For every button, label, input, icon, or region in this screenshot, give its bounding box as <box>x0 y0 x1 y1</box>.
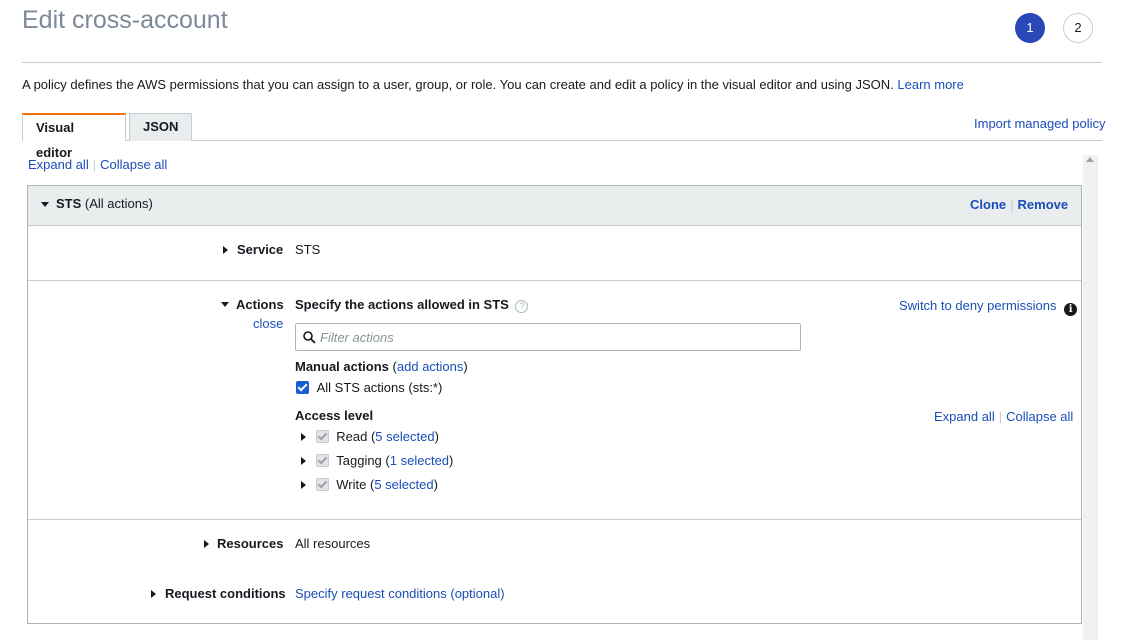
row-divider <box>28 280 1081 281</box>
collapse-all-link[interactable]: Collapse all <box>100 157 167 172</box>
read-checkbox <box>315 430 329 443</box>
access-level-label: Access level <box>295 408 374 423</box>
access-level-expand-collapse: Expand all | Collapse all <box>934 409 1073 424</box>
separator: | <box>92 157 97 172</box>
service-value: STS <box>295 242 321 257</box>
statement-title: STS (All actions) <box>56 196 153 211</box>
actions-close-link[interactable]: close <box>253 316 283 331</box>
deny-permissions-control: Switch to deny permissions i <box>899 298 1078 316</box>
actions-heading-text: Specify the actions allowed in STS <box>295 297 509 312</box>
read-label: Read <box>336 429 368 444</box>
all-actions-label: All STS actions (sts:*) <box>316 380 443 395</box>
header-divider <box>22 62 1102 63</box>
tagging-selected-link[interactable]: 1 selected <box>390 453 449 468</box>
collapse-caret-icon[interactable] <box>221 302 229 307</box>
write-selected-link[interactable]: 5 selected <box>374 477 433 492</box>
help-icon[interactable]: ? <box>515 300 529 313</box>
read-selected-link[interactable]: 5 selected <box>375 429 434 444</box>
statement-actions: Clone | Remove <box>970 197 1068 212</box>
resources-label[interactable]: Resources <box>217 536 283 551</box>
clone-button[interactable]: Clone <box>970 197 1006 212</box>
access-expand-all-link[interactable]: Expand all <box>934 409 995 424</box>
access-level-tagging: Tagging (1 selected) <box>301 453 453 468</box>
expand-caret-icon[interactable] <box>223 246 228 254</box>
tab-visual-editor[interactable]: Visual editor <box>22 113 126 160</box>
access-level-read: Read (5 selected) <box>301 429 439 444</box>
expand-caret-icon[interactable] <box>151 590 156 598</box>
actions-label[interactable]: Actions <box>236 297 284 312</box>
step-2-indicator[interactable]: 2 <box>1063 13 1093 43</box>
separator: | <box>998 409 1003 424</box>
policy-statement-panel <box>27 185 1082 624</box>
all-actions-checkbox[interactable] <box>296 381 309 394</box>
actions-heading: Specify the actions allowed in STS ? <box>295 297 529 313</box>
import-managed-policy-link[interactable]: Import managed policy <box>974 116 1106 131</box>
row-divider <box>28 519 1081 520</box>
access-collapse-all-link[interactable]: Collapse all <box>1006 409 1073 424</box>
statement-header[interactable] <box>28 186 1081 226</box>
expand-caret-icon[interactable] <box>204 540 209 548</box>
manual-actions-label: Manual actions <box>295 359 389 374</box>
request-conditions-label[interactable]: Request conditions <box>165 586 286 601</box>
tagging-checkbox <box>315 454 329 467</box>
all-actions-row: All STS actions (sts:*) <box>296 380 442 395</box>
resources-value: All resources <box>295 536 371 551</box>
filter-actions-placeholder: Filter actions <box>320 330 394 345</box>
step-1-indicator[interactable]: 1 <box>1015 13 1045 43</box>
expand-caret-icon[interactable] <box>301 481 306 489</box>
tab-json[interactable]: JSON <box>129 113 192 141</box>
statement-service-suffix: (All actions) <box>84 196 153 211</box>
filter-actions-input[interactable]: Filter actions <box>295 323 801 351</box>
learn-more-link[interactable]: Learn more <box>897 77 963 92</box>
tagging-label: Tagging <box>336 453 382 468</box>
info-icon[interactable]: i <box>1064 303 1078 316</box>
switch-deny-permissions-link[interactable]: Switch to deny permissions <box>899 298 1057 313</box>
policy-description-text: A policy defines the AWS permissions tha… <box>22 77 894 92</box>
policy-description: A policy defines the AWS permissions tha… <box>22 77 964 92</box>
write-checkbox <box>315 478 329 491</box>
scrollbar[interactable] <box>1083 155 1098 640</box>
scroll-up-arrow-icon[interactable] <box>1086 157 1094 162</box>
statement-service-name: STS <box>56 196 82 211</box>
remove-button[interactable]: Remove <box>1018 197 1069 212</box>
request-conditions-link[interactable]: Specify request conditions (optional) <box>295 586 505 601</box>
separator: | <box>1010 197 1014 212</box>
access-level-write: Write (5 selected) <box>301 477 438 492</box>
manual-actions-heading: Manual actions (add actions) <box>295 359 468 374</box>
add-actions-link[interactable]: add actions <box>397 359 464 374</box>
expand-caret-icon[interactable] <box>301 433 306 441</box>
collapse-caret-icon[interactable] <box>41 202 49 207</box>
write-label: Write <box>336 477 367 492</box>
search-icon <box>303 331 316 344</box>
service-label[interactable]: Service <box>237 242 283 257</box>
page-title: Edit cross-account <box>22 6 228 34</box>
expand-caret-icon[interactable] <box>301 457 306 465</box>
